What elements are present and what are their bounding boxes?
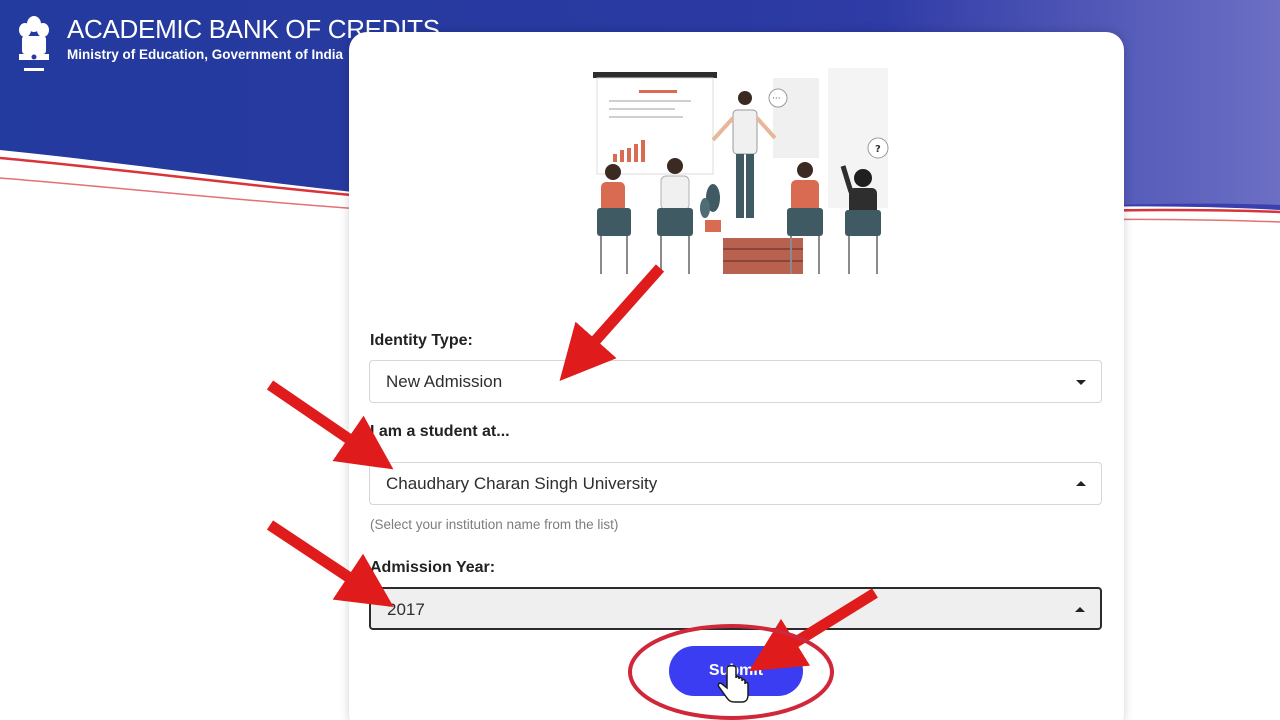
caret-up-icon (1076, 481, 1086, 486)
registration-card: ··· ? Identity Type: New Admission I am … (349, 32, 1124, 720)
identity-type-value: New Admission (386, 372, 503, 391)
svg-text:?: ? (875, 144, 881, 155)
institution-hint: (Select your institution name from the l… (370, 517, 619, 532)
admission-year-select[interactable]: 2017 (369, 587, 1102, 630)
site-subtitle: Ministry of Education, Government of Ind… (67, 47, 344, 62)
institution-value: Chaudhary Charan Singh University (386, 474, 658, 493)
identity-type-select[interactable]: New Admission (369, 360, 1102, 403)
admission-year-label: Admission Year: (370, 559, 496, 576)
caret-up-icon (1075, 607, 1085, 612)
submit-button[interactable]: Submit (669, 646, 803, 696)
institution-label: I am a student at... (370, 423, 510, 440)
svg-text:···: ··· (772, 94, 781, 104)
caret-down-icon (1076, 380, 1086, 385)
institution-select[interactable]: Chaudhary Charan Singh University (369, 462, 1102, 505)
classroom-illustration: ··· ? (593, 68, 889, 274)
identity-type-label: Identity Type: (370, 332, 473, 349)
admission-year-value: 2017 (387, 600, 425, 619)
national-emblem-icon (19, 16, 49, 71)
page: ACADEMIC BANK OF CREDITS Ministry of Edu… (0, 0, 1280, 720)
